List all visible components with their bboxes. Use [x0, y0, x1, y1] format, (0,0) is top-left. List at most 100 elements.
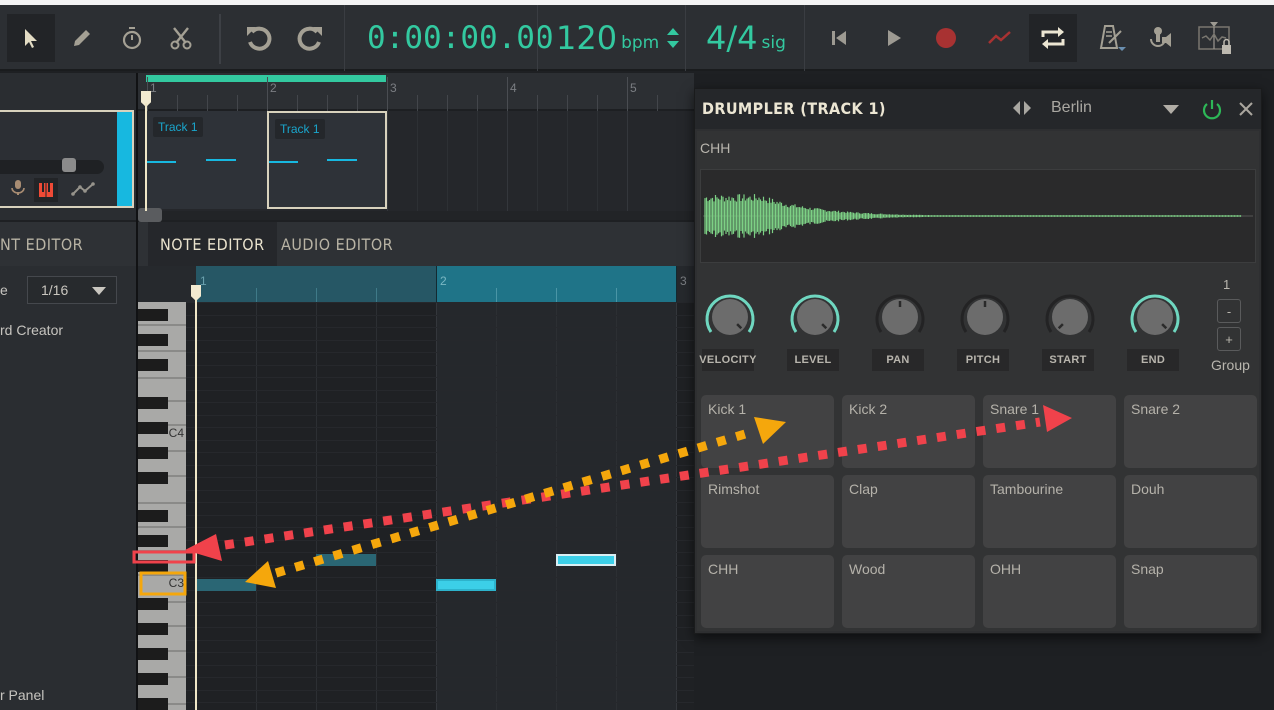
group-minus-button[interactable]: - [1217, 299, 1241, 323]
knob-pan[interactable]: PAN [870, 287, 930, 377]
loop-region[interactable] [146, 75, 386, 82]
black-key[interactable] [138, 334, 168, 346]
automation-line-icon[interactable] [71, 182, 95, 196]
drum-pad[interactable]: Kick 1 [701, 395, 834, 468]
grid-row-line [186, 502, 694, 503]
grid-line [627, 111, 628, 211]
drum-pad[interactable]: OHH [983, 555, 1116, 628]
skip-to-start-button[interactable] [815, 14, 863, 62]
drum-pad[interactable]: CHH [701, 555, 834, 628]
midi-clip-selected[interactable]: Track 1 [267, 111, 387, 209]
time-display[interactable]: 0:00:00.00 [367, 5, 554, 71]
drum-pad[interactable]: Tambourine [983, 475, 1116, 548]
metronome-button[interactable] [1088, 14, 1136, 62]
snap-lock-icon [1198, 22, 1231, 54]
grid-row-line [186, 339, 694, 341]
black-key[interactable] [138, 623, 168, 635]
black-key[interactable] [138, 598, 168, 610]
note-ghost[interactable] [196, 579, 256, 591]
power-icon[interactable] [1201, 98, 1223, 120]
tab-instrument-editor[interactable]: NT EDITOR [0, 222, 95, 266]
panel-link[interactable]: r Panel [0, 687, 44, 703]
note-ghost[interactable] [316, 554, 376, 566]
black-key[interactable] [138, 698, 168, 710]
grid-row-line [186, 527, 694, 528]
group-plus-button[interactable]: + [1217, 327, 1241, 351]
drum-pad[interactable]: Clap [842, 475, 975, 548]
note[interactable] [436, 579, 496, 591]
drum-pad[interactable]: Snare 2 [1124, 395, 1257, 468]
note-grid[interactable] [186, 302, 694, 710]
drum-pad[interactable]: Kick 2 [842, 395, 975, 468]
black-key[interactable] [138, 447, 168, 459]
stopwatch-tool-button[interactable] [108, 14, 156, 62]
black-key[interactable] [138, 535, 168, 547]
piano-roll-ruler[interactable]: 1 2 3 [196, 266, 694, 302]
track-header[interactable] [0, 110, 134, 208]
cut-tool-button[interactable] [157, 14, 205, 62]
grid-row-line [186, 514, 694, 516]
ruler-tick [537, 95, 538, 111]
volume-slider-handle[interactable] [62, 158, 76, 172]
note-selected[interactable] [556, 554, 616, 566]
pencil-tool-button[interactable] [58, 14, 106, 62]
loop-button[interactable] [1029, 14, 1077, 62]
tempo-display[interactable]: 120 bpm [556, 5, 681, 71]
undo-button[interactable] [235, 14, 283, 62]
tab-note-editor[interactable]: NOTE EDITOR [148, 222, 277, 266]
preset-nav-arrows-icon[interactable] [1011, 100, 1033, 116]
black-key[interactable] [138, 472, 168, 484]
black-key[interactable] [138, 673, 168, 685]
black-key[interactable] [138, 359, 168, 371]
ruler-bar-number: 5 [630, 81, 637, 95]
black-key[interactable] [138, 422, 168, 434]
input-monitor-button[interactable] [1137, 14, 1185, 62]
record-button[interactable] [922, 14, 970, 62]
preset-name[interactable]: Berlin [1051, 99, 1092, 117]
black-key[interactable] [138, 397, 168, 409]
piano-keyboard[interactable]: C4 C3 [138, 302, 186, 710]
knob-pitch[interactable]: PITCH [955, 287, 1015, 377]
grid-line [597, 111, 598, 211]
preset-dropdown-icon[interactable] [1163, 105, 1179, 114]
knob-end[interactable]: END [1125, 287, 1185, 377]
scissors-icon [170, 27, 192, 50]
arranger-timeline[interactable]: 1 2 3 4 5 Track 1 Track 1 [138, 73, 694, 222]
chord-creator-link[interactable]: rd Creator [0, 322, 63, 338]
drum-pad[interactable]: Douh [1124, 475, 1257, 548]
black-key[interactable] [138, 560, 168, 572]
select-tool-button[interactable] [7, 14, 55, 62]
volume-slider-track[interactable] [0, 160, 104, 174]
black-key[interactable] [138, 510, 168, 522]
black-key[interactable] [138, 309, 168, 321]
toolbar-divider [537, 5, 538, 71]
black-key[interactable] [138, 648, 168, 660]
editor-tabs: NOTE EDITOR AUDIO EDITOR [138, 222, 694, 266]
tab-audio-editor[interactable]: AUDIO EDITOR [269, 222, 405, 266]
snap-lock-button[interactable] [1190, 14, 1238, 62]
scrollbar-thumb[interactable] [138, 208, 162, 222]
drum-pad[interactable]: Rimshot [701, 475, 834, 548]
quantize-dropdown[interactable]: 1/16 [27, 276, 117, 304]
ruler-tick [177, 95, 178, 111]
arranger-ruler[interactable]: 1 2 3 4 5 [138, 73, 694, 111]
close-icon[interactable] [1238, 101, 1254, 117]
piano-mode-button[interactable] [34, 178, 58, 202]
midi-clip[interactable]: Track 1 [147, 111, 267, 209]
drum-pad[interactable]: Snare 1 [983, 395, 1116, 468]
waveform-display[interactable] [700, 169, 1256, 263]
signature-display[interactable]: 4/4 sig [706, 5, 786, 71]
arranger-scrollbar[interactable] [138, 208, 694, 222]
knob-level[interactable]: LEVEL [785, 287, 845, 377]
drum-pad[interactable]: Snap [1124, 555, 1257, 628]
knob-velocity[interactable]: VELOCITY [699, 287, 760, 377]
tempo-stepper-icon[interactable] [665, 23, 681, 53]
play-button[interactable] [870, 14, 918, 62]
microphone-icon[interactable] [11, 180, 25, 196]
automation-button[interactable] [976, 14, 1024, 62]
knob-start[interactable]: START [1040, 287, 1100, 377]
drum-pad[interactable]: Wood [842, 555, 975, 628]
redo-button[interactable] [286, 14, 334, 62]
drumpler-header[interactable]: DRUMPLER (TRACK 1) Berlin [695, 89, 1261, 129]
waveform [703, 194, 1253, 238]
